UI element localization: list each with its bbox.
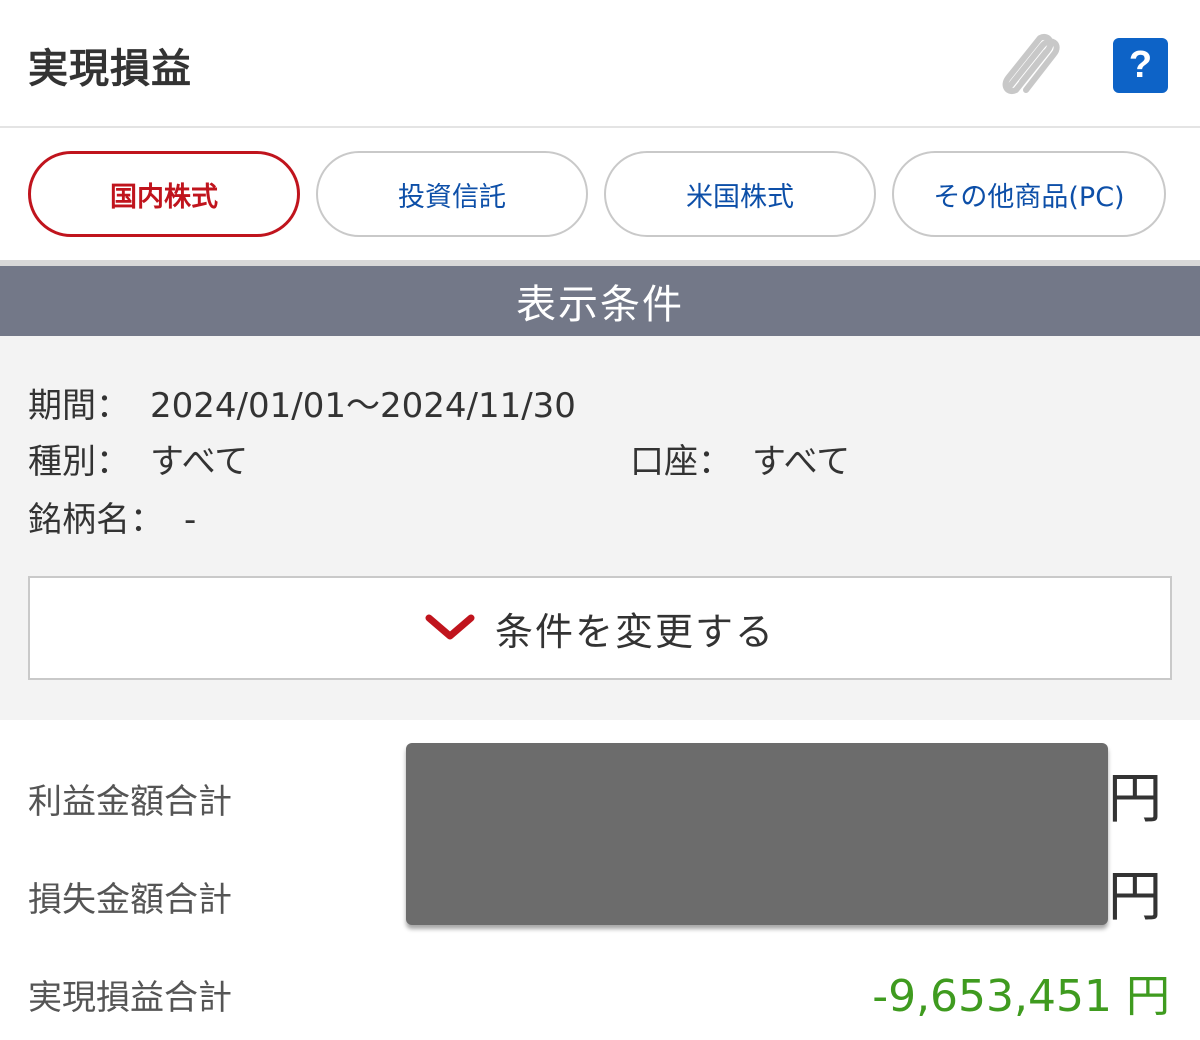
loss-total-unit: 円: [1108, 865, 1162, 928]
page-header: 実現損益 ?: [0, 0, 1200, 128]
conditions-section-title: 表示条件: [0, 266, 1200, 336]
page-title: 実現損益: [28, 46, 192, 92]
tab-domestic-stocks[interactable]: 国内株式: [28, 151, 300, 237]
account-row: 口座： すべて: [630, 434, 850, 483]
tab-us-stocks[interactable]: 米国株式: [604, 151, 876, 237]
profit-total-unit: 円: [1108, 767, 1162, 830]
product-tabs: 国内株式 投資信託 米国株式 その他商品(PC): [0, 130, 1200, 260]
redaction-mask: [406, 743, 1108, 925]
stock-name-value: -: [184, 500, 197, 540]
account-value: すべて: [752, 442, 851, 482]
change-conditions-label: 条件を変更する: [494, 609, 775, 654]
realized-total-label: 実現損益合計: [28, 978, 232, 1018]
tab-investment-trusts[interactable]: 投資信託: [316, 151, 588, 237]
profit-total-label: 利益金額合計: [28, 782, 232, 822]
loss-total-label: 損失金額合計: [28, 880, 232, 920]
stock-name-row: 銘柄名： -: [28, 492, 196, 541]
chevron-down-icon: [425, 614, 475, 640]
paperclip-icon[interactable]: [996, 28, 1066, 100]
type-label: 種別：: [28, 442, 130, 482]
change-conditions-button[interactable]: 条件を変更する: [28, 576, 1172, 680]
tab-other-products[interactable]: その他商品(PC): [892, 151, 1166, 237]
account-label: 口座：: [630, 442, 732, 482]
period-label: 期間：: [28, 386, 130, 426]
help-button[interactable]: ?: [1113, 38, 1168, 93]
period-row: 期間： 2024/01/01～2024/11/30: [28, 378, 576, 427]
conditions-panel: 期間： 2024/01/01～2024/11/30 種別： すべて 口座： すべて 銘…: [0, 336, 1200, 720]
summary-panel: 利益金額合計 円 損失金額合計 円 実現損益合計 -9,653,451 円: [0, 720, 1200, 1040]
stock-name-label: 銘柄名：: [28, 500, 164, 540]
realized-total-value: -9,653,451 円: [872, 971, 1170, 1022]
period-value: 2024/01/01～2024/11/30: [150, 386, 576, 426]
type-value: すべて: [150, 442, 249, 482]
type-row: 種別： すべて: [28, 434, 248, 483]
